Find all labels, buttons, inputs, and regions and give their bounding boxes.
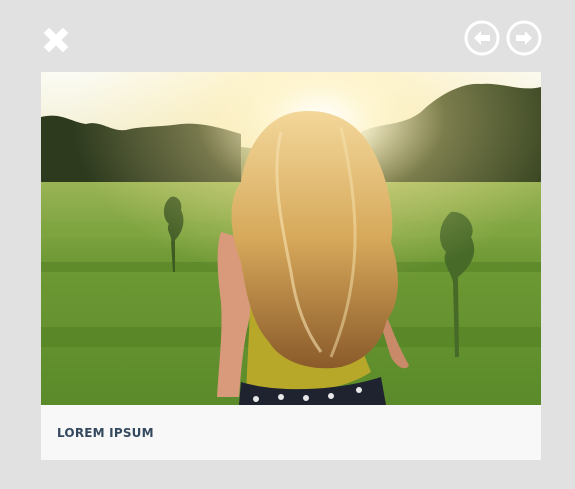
next-button[interactable] xyxy=(505,19,543,57)
arrow-right-circle-icon xyxy=(506,20,542,56)
arrow-left-circle-icon xyxy=(464,20,500,56)
photo-image xyxy=(41,72,541,405)
photo-caption: LOREM IPSUM xyxy=(57,426,154,440)
previous-button[interactable] xyxy=(463,19,501,57)
close-x-icon xyxy=(44,28,68,52)
lightbox-photo xyxy=(41,72,541,405)
close-button[interactable] xyxy=(40,24,72,56)
lightbox-card: LOREM IPSUM xyxy=(41,72,541,460)
